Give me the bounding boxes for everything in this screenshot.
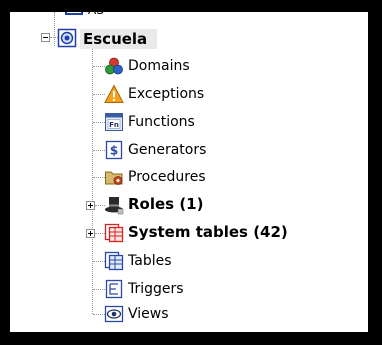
- partial-node-label: AS: [88, 12, 104, 19]
- roles-expand-toggle[interactable]: [86, 201, 95, 210]
- tree-node-roles[interactable]: Roles (1): [128, 195, 203, 213]
- system-tables-expand-toggle[interactable]: [86, 229, 95, 238]
- functions-icon: Fn: [104, 112, 124, 132]
- database-tree-panel: AS Escuela Domains Exceptions: [10, 12, 368, 332]
- tables-icon: [104, 251, 124, 271]
- tree-connector-children: [92, 49, 93, 314]
- triggers-icon: [104, 279, 124, 299]
- tree-node-tables[interactable]: Tables: [128, 252, 172, 270]
- tree-connector-top: [54, 12, 55, 46]
- tree-node-procedures[interactable]: Procedures: [128, 168, 206, 186]
- svg-text:$: $: [110, 144, 118, 158]
- roles-icon: [104, 195, 124, 215]
- root-collapse-toggle[interactable]: [41, 33, 50, 42]
- functions-icon-text: Fn: [109, 121, 119, 129]
- generators-icon: $: [104, 140, 124, 160]
- tree-node-domains[interactable]: Domains: [128, 57, 190, 75]
- domains-icon: [104, 56, 124, 76]
- views-icon: [104, 304, 124, 324]
- tree-node-functions[interactable]: Functions: [128, 113, 195, 131]
- procedures-icon: [104, 167, 124, 187]
- tree-node-system-tables[interactable]: System tables (42): [128, 223, 288, 241]
- tree-node-triggers[interactable]: Triggers: [128, 280, 184, 298]
- exceptions-icon: [104, 84, 124, 104]
- system-tables-icon: [104, 223, 124, 243]
- server-icon: [64, 12, 84, 16]
- tree-node-exceptions[interactable]: Exceptions: [128, 85, 204, 103]
- tree-node-generators[interactable]: Generators: [128, 141, 206, 159]
- tree-node-escuela[interactable]: Escuela: [83, 30, 147, 48]
- database-icon: [57, 28, 77, 48]
- tree-node-views[interactable]: Views: [128, 305, 169, 323]
